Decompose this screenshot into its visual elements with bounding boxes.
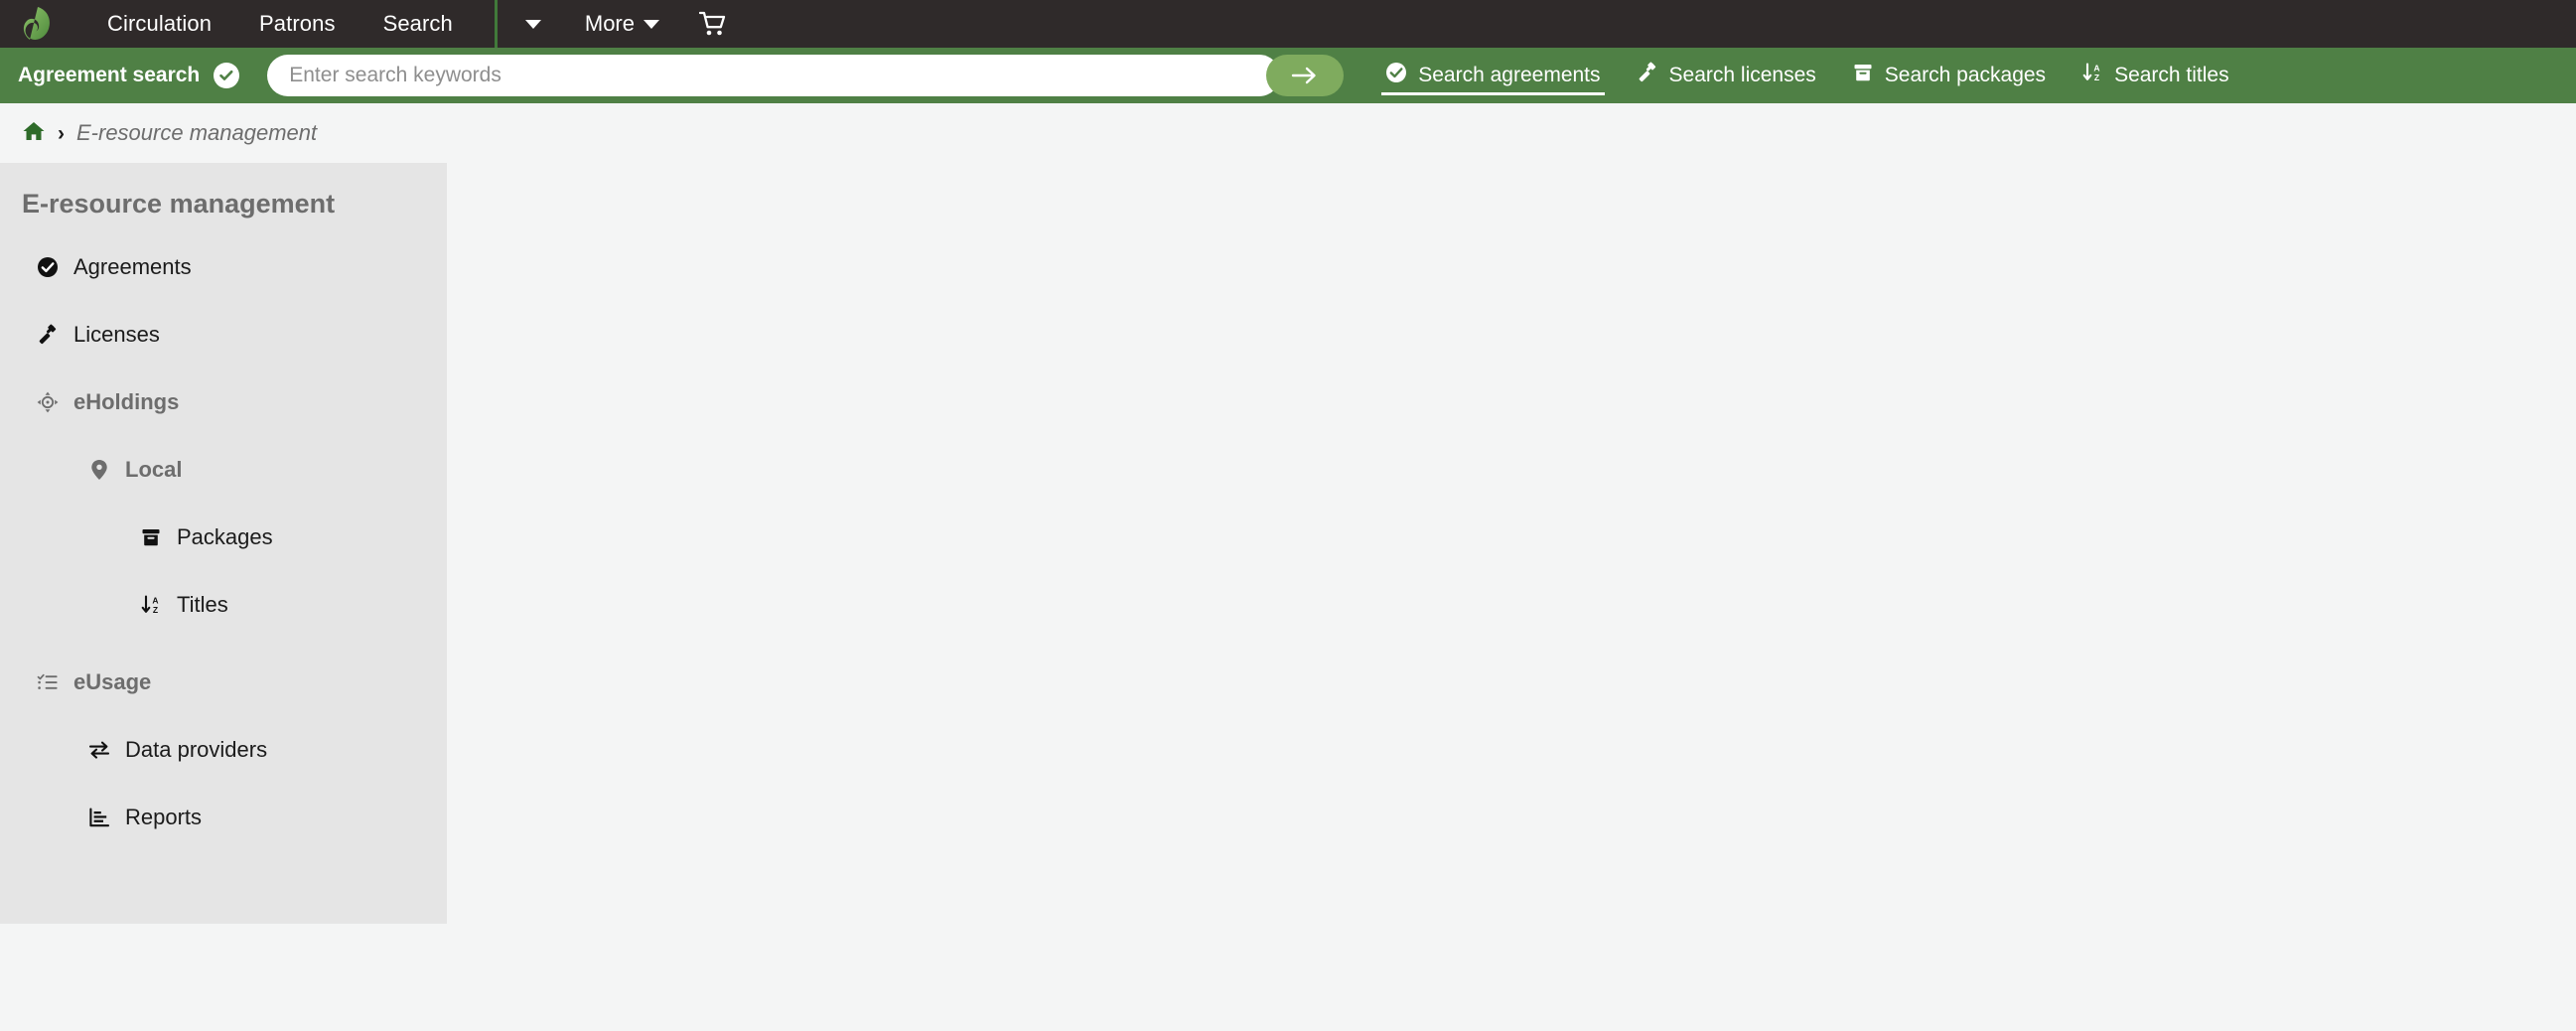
sidebar-item-label: eHoldings: [73, 389, 180, 414]
active-tab-underline: [1381, 92, 1605, 95]
tab-label: Search agreements: [1418, 64, 1601, 86]
gavel-icon: [1637, 62, 1658, 89]
sidebar-item-label: Data providers: [125, 737, 268, 762]
nav-more-label: More: [584, 11, 635, 36]
sidebar-item-label: Agreements: [73, 254, 192, 279]
home-icon[interactable]: [22, 120, 46, 147]
search-input[interactable]: [289, 64, 1259, 87]
nav-link-search[interactable]: Search: [359, 0, 477, 48]
sidebar-item-local[interactable]: Local: [0, 448, 447, 492]
nav-link-circulation[interactable]: Circulation: [83, 0, 235, 48]
exchange-arrows-icon: [87, 739, 111, 761]
tab-search-licenses[interactable]: Search licenses: [1619, 48, 1834, 103]
crosshairs-icon: [36, 391, 60, 413]
svg-text:A: A: [152, 595, 158, 605]
task-list-icon: [36, 671, 60, 693]
content-pane-empty: [447, 163, 2576, 924]
map-pin-icon: [87, 459, 111, 481]
arrow-right-icon: [1292, 67, 1316, 84]
nav-overflow-dropdown-button[interactable]: [503, 0, 563, 48]
search-submit-button[interactable]: [1266, 55, 1345, 96]
svg-text:Z: Z: [153, 605, 158, 615]
sidebar-item-reports[interactable]: Reports: [0, 796, 447, 839]
tab-search-packages[interactable]: Search packages: [1834, 48, 2064, 103]
archive-box-icon: [139, 526, 163, 548]
chevron-down-icon: [524, 19, 541, 29]
sidebar-title: E-resource management: [22, 189, 336, 219]
search-scope-label[interactable]: Agreement search: [18, 48, 265, 103]
sidebar-item-label: Reports: [125, 805, 203, 829]
sidebar-item-label: Local: [125, 457, 183, 482]
main-region: E-resource management Agreements License…: [0, 163, 2576, 1031]
sidebar-item-eholdings[interactable]: eHoldings: [0, 380, 447, 424]
sidebar-item-data-providers[interactable]: Data providers: [0, 728, 447, 772]
nav-more-menu-button[interactable]: More: [563, 0, 681, 48]
sidebar-item-licenses[interactable]: Licenses: [0, 313, 447, 357]
sidebar-item-label: Packages: [177, 524, 273, 549]
agreement-search-bar: Agreement search Search agreements: [0, 48, 2576, 103]
bar-chart-icon: [87, 807, 111, 828]
breadcrumb-separator: ›: [58, 121, 65, 145]
nav-divider: [494, 0, 498, 48]
sidebar-item-label: Licenses: [73, 322, 160, 347]
svg-text:A: A: [2093, 63, 2099, 73]
archive-box-icon: [1852, 62, 1874, 89]
nav-link-patrons[interactable]: Patrons: [235, 0, 359, 48]
search-type-tabs: Search agreements Search licenses Search…: [1367, 48, 2246, 103]
sort-alpha-down-icon: A Z: [139, 594, 163, 616]
svg-text:Z: Z: [2094, 73, 2099, 82]
tab-label: Search titles: [2114, 64, 2229, 86]
check-circle-icon: [36, 256, 60, 278]
breadcrumb: › E-resource management: [0, 103, 2576, 163]
top-navigation-bar: Circulation Patrons Search More: [0, 0, 2576, 48]
tab-search-agreements[interactable]: Search agreements: [1367, 48, 1618, 103]
check-circle-icon: [1385, 62, 1407, 89]
gavel-icon: [36, 324, 60, 346]
check-circle-icon: [214, 63, 240, 88]
folio-leaf-logo[interactable]: [18, 4, 58, 44]
sidebar-item-label: Titles: [177, 592, 228, 617]
shopping-cart-button[interactable]: [681, 0, 745, 48]
tab-label: Search licenses: [1668, 64, 1816, 86]
sidebar-navigation: E-resource management Agreements License…: [0, 163, 447, 924]
sidebar-item-titles[interactable]: A Z Titles: [0, 583, 447, 627]
shopping-cart-icon: [699, 11, 726, 36]
sidebar-item-agreements[interactable]: Agreements: [0, 245, 447, 289]
sidebar-item-eusage[interactable]: eUsage: [0, 661, 447, 704]
chevron-down-icon: [644, 19, 659, 29]
sidebar-item-packages[interactable]: Packages: [0, 516, 447, 559]
search-input-container[interactable]: [267, 55, 1281, 96]
breadcrumb-current: E-resource management: [76, 120, 318, 145]
tab-search-titles[interactable]: A Z Search titles: [2064, 48, 2247, 103]
tab-label: Search packages: [1884, 64, 2047, 86]
sort-alpha-down-icon: A Z: [2081, 62, 2103, 89]
search-scope-text: Agreement search: [18, 64, 201, 86]
sidebar-item-label: eUsage: [73, 669, 152, 694]
